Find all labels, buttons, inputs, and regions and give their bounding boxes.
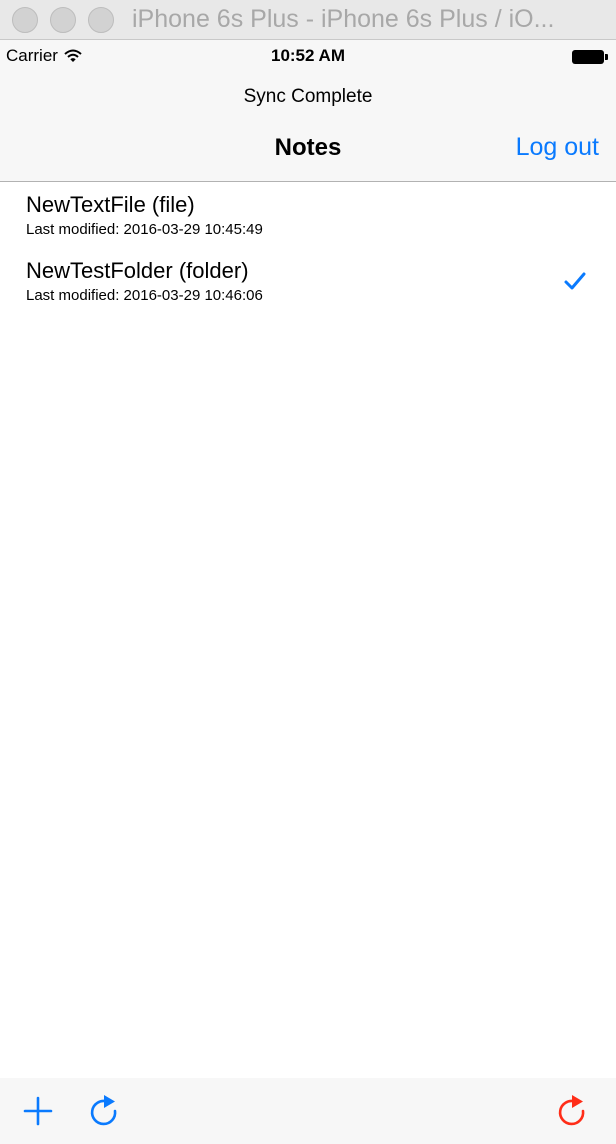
window-controls (0, 6, 114, 33)
status-time: 10:52 AM (270, 46, 345, 65)
plus-icon[interactable] (22, 1094, 54, 1128)
list-item[interactable]: NewTextFile (file) Last modified: 2016-0… (0, 182, 616, 248)
status-bar: Carrier 10:52 AM (0, 40, 616, 72)
refresh-icon[interactable] (88, 1094, 120, 1128)
item-title: NewTestFolder (folder) (26, 258, 249, 283)
checkmark-icon (564, 272, 586, 290)
item-title: NewTextFile (file) (26, 192, 195, 217)
item-subtitle: Last modified: 2016-03-29 10:45:49 (26, 221, 263, 238)
sync-status-prompt: Sync Complete (243, 86, 373, 107)
simulator-title-bar: iPhone 6s Plus - iPhone 6s Plus / iO... (0, 0, 616, 40)
bottom-toolbar (0, 1078, 616, 1144)
close-window-button[interactable] (12, 6, 38, 33)
list-item[interactable]: NewTestFolder (folder) Last modified: 20… (0, 248, 616, 314)
navigation-bar: Sync Complete Notes Log out (0, 72, 616, 182)
minimize-window-button[interactable] (50, 6, 76, 33)
window-title: iPhone 6s Plus - iPhone 6s Plus / iO... (132, 5, 555, 33)
log-out-button[interactable]: Log out (516, 133, 599, 162)
notes-list: NewTextFile (file) Last modified: 2016-0… (0, 182, 616, 314)
sync-icon[interactable] (556, 1094, 588, 1128)
battery-icon (572, 50, 608, 64)
zoom-window-button[interactable] (88, 6, 114, 33)
item-subtitle: Last modified: 2016-03-29 10:46:06 (26, 287, 263, 304)
